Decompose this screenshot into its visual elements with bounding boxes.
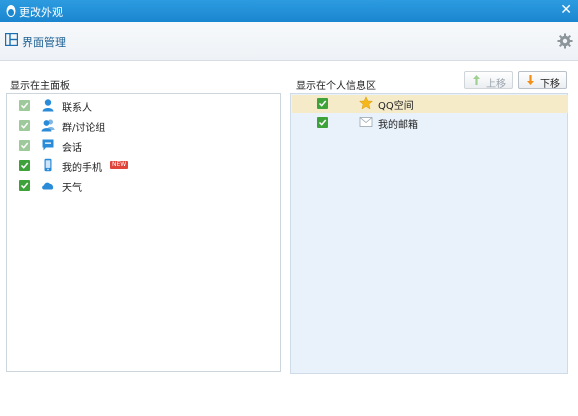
list-item-weather[interactable]: 天气 [19, 177, 269, 195]
checkbox-mailbox[interactable] [317, 117, 328, 128]
profile-panel-label: 显示在个人信息区 [296, 81, 376, 92]
profile-panel-list: QQ空间 我的邮箱 [290, 93, 568, 374]
window-title: 更改外观 [19, 6, 63, 19]
checkbox-weather[interactable] [19, 180, 30, 191]
list-item-groups[interactable]: 群/讨论组 [19, 117, 269, 135]
layout-icon [5, 33, 18, 46]
group-icon [41, 119, 55, 132]
close-icon[interactable]: ✕ [560, 2, 572, 18]
main-panel-label: 显示在主面板 [10, 81, 70, 92]
mail-icon [359, 117, 373, 127]
item-label: 我的邮箱 [378, 120, 418, 131]
list-item-chat[interactable]: 会话 [19, 137, 269, 155]
main-panel-list: 联系人 群/讨论组 会话 我的手机 NEW 天气 [6, 93, 281, 372]
page-title: 界面管理 [22, 36, 66, 49]
page-header: 界面管理 [0, 22, 578, 61]
item-label: 天气 [62, 183, 82, 194]
list-item-contacts[interactable]: 联系人 [19, 97, 269, 115]
star-icon [359, 96, 373, 110]
item-label: 我的手机 [62, 163, 102, 174]
checkbox-chat[interactable] [19, 140, 30, 151]
weather-icon [42, 182, 54, 190]
title-bar: 更改外观 ✕ [0, 0, 578, 22]
list-item-my-phone[interactable]: 我的手机 NEW [19, 157, 269, 175]
new-badge: NEW [110, 161, 129, 169]
arrow-down-icon [527, 75, 534, 85]
item-label: 群/讨论组 [62, 123, 106, 134]
gear-icon[interactable] [557, 33, 573, 49]
phone-icon [44, 158, 52, 172]
move-down-label: 下移 [540, 79, 560, 90]
contact-icon [42, 99, 54, 112]
chat-icon [42, 139, 54, 151]
list-item-qzone[interactable]: QQ空间 [292, 95, 568, 113]
move-up-button[interactable]: 上移 [464, 71, 513, 90]
move-down-button[interactable]: 下移 [518, 71, 567, 90]
item-label: QQ空间 [378, 101, 414, 112]
checkbox-contacts[interactable] [19, 100, 30, 111]
qq-penguin-icon [6, 5, 16, 17]
item-label: 联系人 [62, 103, 92, 114]
list-item-mailbox[interactable]: 我的邮箱 [292, 114, 568, 132]
item-label: 会话 [62, 143, 82, 154]
checkbox-groups[interactable] [19, 120, 30, 131]
move-up-label: 上移 [486, 79, 506, 90]
arrow-up-icon [473, 75, 480, 85]
checkbox-qzone[interactable] [317, 98, 328, 109]
checkbox-my-phone[interactable] [19, 160, 30, 171]
